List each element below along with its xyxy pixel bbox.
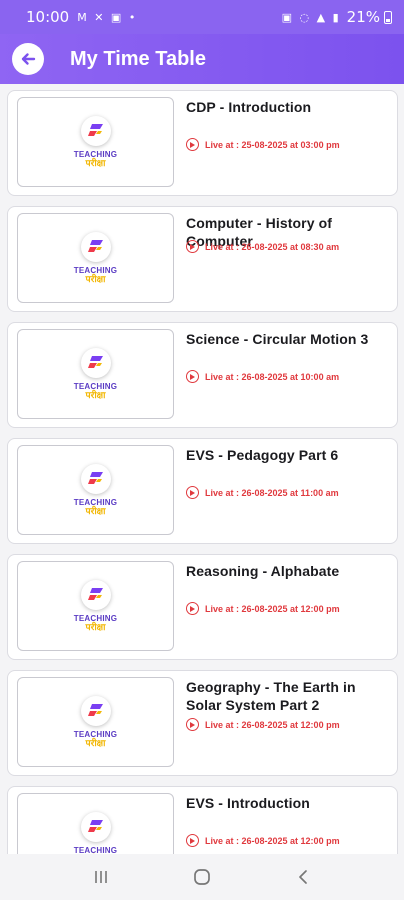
play-icon bbox=[186, 718, 199, 731]
recent-apps-icon bbox=[94, 871, 107, 883]
class-card[interactable]: TEACHING परीक्षा Geography - The Earth i… bbox=[7, 670, 398, 776]
class-title: Reasoning - Alphabate bbox=[186, 563, 340, 579]
class-title: Science - Circular Motion 3 bbox=[186, 331, 369, 347]
teaching-logo-icon bbox=[80, 348, 111, 378]
home-button[interactable] bbox=[182, 862, 222, 892]
notification-icons: M ✕ ▣ • bbox=[77, 10, 138, 24]
live-time-text: Live at : 26-08-2025 at 12:00 pm bbox=[205, 835, 340, 846]
system-nav-bar bbox=[0, 854, 404, 900]
class-thumbnail: TEACHING परीक्षा bbox=[17, 793, 174, 854]
class-thumbnail: TEACHING परीक्षा bbox=[17, 561, 174, 651]
class-card[interactable]: TEACHING परीक्षा EVS - Introduction Live… bbox=[7, 786, 398, 854]
live-time-text: Live at : 26-08-2025 at 12:00 pm bbox=[205, 603, 340, 614]
signal-icons: ▣ ◌ ▲ ▮ bbox=[281, 10, 341, 24]
class-card[interactable]: TEACHING परीक्षा Reasoning - Alphabate L… bbox=[7, 554, 398, 660]
class-thumbnail: TEACHING परीक्षा bbox=[17, 97, 174, 187]
live-time-text: Live at : 26-08-2025 at 08:30 am bbox=[205, 241, 340, 252]
live-time: Live at : 26-08-2025 at 08:30 am bbox=[186, 240, 339, 253]
status-time: 10:00 bbox=[26, 8, 70, 26]
home-icon bbox=[194, 869, 210, 885]
class-title: Geography - The Earth in Solar System Pa… bbox=[186, 679, 356, 713]
timetable-list[interactable]: TEACHING परीक्षा CDP - Introduction Live… bbox=[0, 84, 404, 854]
teaching-logo-icon bbox=[80, 580, 111, 610]
back-button[interactable] bbox=[12, 43, 44, 75]
live-time: Live at : 26-08-2025 at 11:00 am bbox=[186, 486, 339, 499]
class-title: EVS - Pedagogy Part 6 bbox=[186, 447, 339, 463]
play-icon bbox=[186, 370, 199, 383]
logo-text-hi: परीक्षा bbox=[85, 622, 106, 632]
live-time-text: Live at : 25-08-2025 at 03:00 pm bbox=[205, 139, 340, 150]
live-time: Live at : 26-08-2025 at 12:00 pm bbox=[186, 602, 340, 615]
live-time: Live at : 25-08-2025 at 03:00 pm bbox=[186, 138, 340, 151]
class-thumbnail: TEACHING परीक्षा bbox=[17, 445, 174, 535]
logo-text-hi: परीक्षा bbox=[85, 274, 106, 284]
teaching-logo-icon bbox=[80, 812, 111, 842]
back-icon bbox=[299, 870, 308, 884]
play-icon bbox=[186, 486, 199, 499]
status-bar: 10:00 M ✕ ▣ • ▣ ◌ ▲ ▮ 21% bbox=[0, 0, 404, 34]
arrow-left-icon bbox=[21, 53, 36, 65]
play-icon bbox=[186, 138, 199, 151]
live-time-text: Live at : 26-08-2025 at 10:00 am bbox=[205, 371, 340, 382]
live-time-text: Live at : 26-08-2025 at 12:00 pm bbox=[205, 719, 340, 730]
live-time-text: Live at : 26-08-2025 at 11:00 am bbox=[205, 487, 339, 498]
app-bar: My Time Table bbox=[0, 34, 404, 84]
logo-text-hi: परीक्षा bbox=[85, 390, 106, 400]
play-icon bbox=[186, 240, 199, 253]
logo-text-hi: परीक्षा bbox=[85, 738, 106, 748]
class-thumbnail: TEACHING परीक्षा bbox=[17, 213, 174, 303]
recent-apps-button[interactable] bbox=[81, 862, 121, 892]
nav-back-button[interactable] bbox=[283, 862, 323, 892]
play-icon bbox=[186, 602, 199, 615]
teaching-logo-icon bbox=[80, 696, 111, 726]
class-thumbnail: TEACHING परीक्षा bbox=[17, 677, 174, 767]
class-title: EVS - Introduction bbox=[186, 795, 310, 811]
teaching-logo-icon bbox=[80, 116, 111, 146]
teaching-logo-icon bbox=[80, 232, 111, 262]
live-time: Live at : 26-08-2025 at 10:00 am bbox=[186, 370, 339, 383]
logo-text-hi: परीक्षा bbox=[85, 506, 106, 516]
teaching-logo-icon bbox=[80, 464, 111, 494]
class-card[interactable]: TEACHING परीक्षा Computer - History of C… bbox=[7, 206, 398, 312]
battery-percent: 21% bbox=[346, 8, 380, 26]
class-card[interactable]: TEACHING परीक्षा CDP - Introduction Live… bbox=[7, 90, 398, 196]
page-title: My Time Table bbox=[70, 47, 206, 70]
class-thumbnail: TEACHING परीक्षा bbox=[17, 329, 174, 419]
play-icon bbox=[186, 834, 199, 847]
logo-text-en: TEACHING bbox=[73, 846, 118, 854]
class-card[interactable]: TEACHING परीक्षा EVS - Pedagogy Part 6 L… bbox=[7, 438, 398, 544]
class-card[interactable]: TEACHING परीक्षा Science - Circular Moti… bbox=[7, 322, 398, 428]
battery-icon bbox=[384, 10, 392, 24]
live-time: Live at : 26-08-2025 at 12:00 pm bbox=[186, 834, 340, 847]
logo-text-hi: परीक्षा bbox=[85, 158, 106, 168]
live-time: Live at : 26-08-2025 at 12:00 pm bbox=[186, 718, 340, 731]
class-title: CDP - Introduction bbox=[186, 99, 312, 115]
